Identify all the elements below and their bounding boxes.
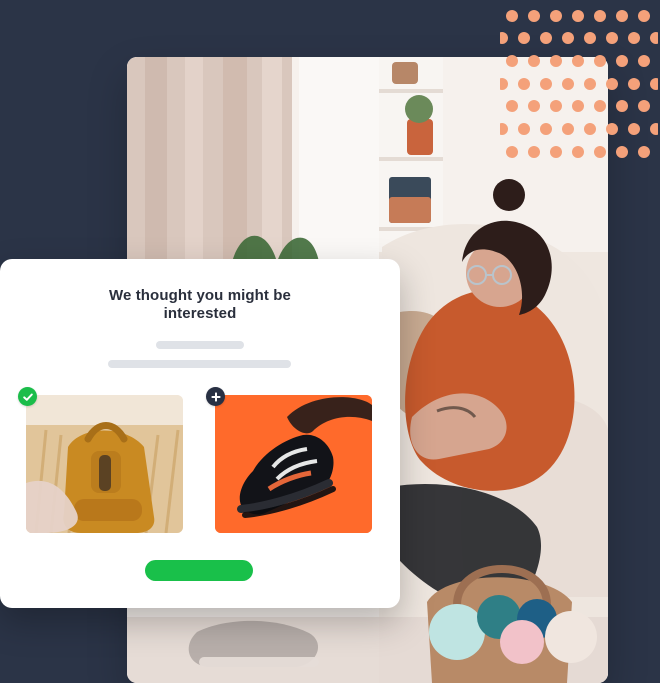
cta-button[interactable] [145,560,253,581]
sneaker-image [215,395,372,533]
backpack-image [26,395,183,533]
placeholder-text-line [108,360,291,368]
plus-icon[interactable] [206,387,225,406]
check-icon-glyph [22,393,33,401]
product-tile-sneaker[interactable] [215,395,372,533]
placeholder-text-line [156,341,244,349]
product-tile-backpack[interactable] [26,395,183,533]
plus-icon-glyph [210,391,221,402]
promo-graphic: We thought you might be interested [0,0,660,683]
popup-title: We thought you might be interested [109,287,291,322]
recommendation-popup: We thought you might be interested [0,259,400,608]
check-icon[interactable] [18,387,37,406]
